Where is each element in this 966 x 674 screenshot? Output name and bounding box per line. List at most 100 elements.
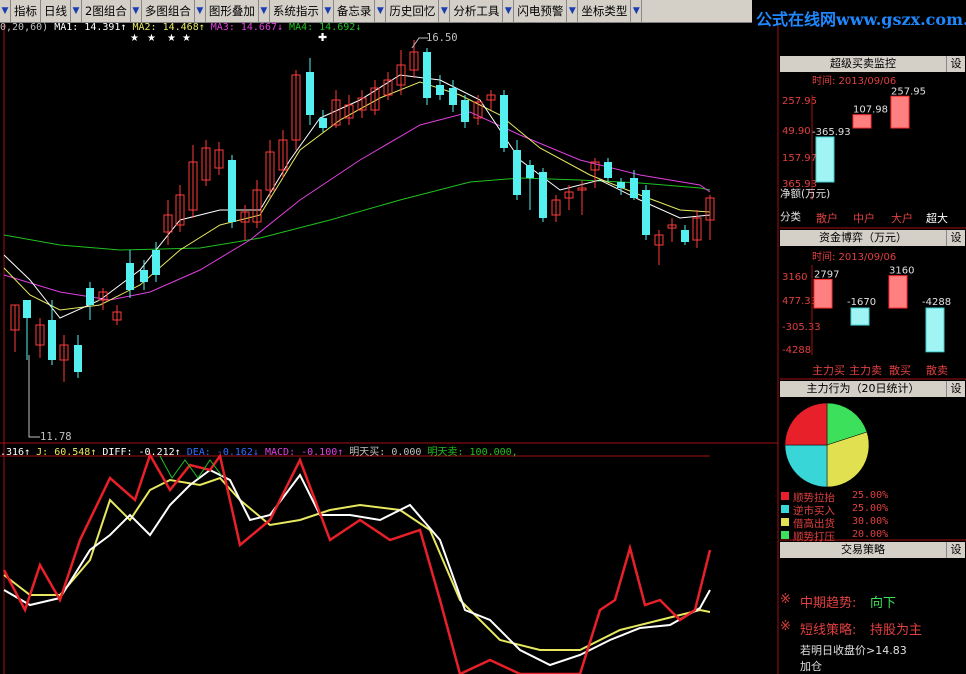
panel1-time: 时间: 2013/09/06: [812, 76, 897, 87]
panel1-category-label: 散户: [816, 211, 838, 225]
strategy-mid-value: 向下: [870, 596, 897, 611]
k-value: .316↑: [0, 447, 31, 458]
panel2-category-label: 主力卖: [849, 364, 882, 377]
panel2-category-label: 散买: [889, 363, 911, 377]
star-marker: ★: [167, 33, 176, 44]
toolbar-item-9[interactable]: 闪电预警: [514, 0, 568, 22]
panel-super-trade-settings-button[interactable]: 设: [946, 56, 965, 72]
panel-capital-game-settings-button[interactable]: 设: [946, 230, 965, 246]
panel-capital-game-title: 资金博弈（万元）: [780, 230, 946, 246]
toolbar-dropdown-arrow[interactable]: ▼: [195, 0, 206, 22]
toolbar-item-label: 闪电预警: [517, 4, 564, 18]
pie-legend-swatch: [781, 531, 789, 539]
panel2-y-tick: 3160: [782, 272, 807, 283]
panel1-bar: [890, 95, 910, 129]
toolbar-item-label: 指标: [14, 4, 37, 18]
candle-down: [48, 320, 56, 360]
panel2-bar: [888, 275, 908, 309]
toolbar-item-label: 历史回忆: [389, 4, 436, 18]
candle-down: [630, 178, 638, 198]
panel1-y-tick: 49.90: [782, 126, 811, 137]
j-value: J: 60.548↑: [36, 447, 97, 458]
candle-down: [228, 160, 236, 222]
toolbar-item-5[interactable]: 系统指示: [270, 0, 323, 22]
panel2-time: 时间: 2013/09/06: [812, 252, 897, 263]
panel-super-trade-title: 超级买卖监控: [780, 56, 946, 72]
toolbar-item-0[interactable]: 指标: [11, 0, 41, 22]
candle-down: [152, 250, 160, 275]
toolbar-dropdown-arrow[interactable]: ▼: [503, 0, 515, 22]
candle-down: [461, 100, 469, 122]
toolbar-item-2[interactable]: 2图组合: [82, 0, 131, 22]
toolbar-item-6[interactable]: 备忘录: [334, 0, 376, 22]
panel1-category-label: 大户: [891, 211, 913, 225]
candle-down: [140, 270, 148, 282]
ma3-value: MA3: 14.667↓: [210, 22, 284, 33]
toolbar-dropdown-arrow[interactable]: ▼: [323, 0, 334, 22]
strategy-mark-1: ※: [780, 592, 791, 607]
pie-legend-swatch: [781, 492, 789, 500]
ma1-value: MA1: 14.391↑: [54, 22, 127, 33]
toolbar-item-label: 多图组合: [144, 4, 191, 18]
panel2-bar: [850, 307, 870, 326]
star-marker: ★: [182, 33, 191, 44]
panel-main-behavior-title: 主力行为（20日统计）: [780, 381, 946, 397]
pie-legend-swatch: [781, 518, 789, 526]
panel2-bar-label: 2797: [814, 269, 839, 280]
toolbar-dropdown-arrow[interactable]: ▼: [71, 0, 82, 22]
toolbar-dropdown-arrow[interactable]: ▼: [631, 0, 643, 22]
strategy-mark-2: ※: [780, 619, 791, 634]
panel1-net-label: 净额(万元): [780, 188, 831, 200]
candle-down: [642, 190, 650, 235]
strategy-note-1: 若明日收盘价>14.83: [800, 644, 907, 657]
strategy-short-label: 短线策略:: [800, 623, 857, 638]
toolbar-item-label: 图形叠加: [208, 4, 255, 18]
toolbar-item-4[interactable]: 图形叠加: [206, 0, 259, 22]
toolbar-dropdown-arrow[interactable]: ▼: [0, 0, 11, 22]
chart-canvas: ★ ★ ★ ★ ✚ 257.9549.90157.97365.93-365.93107.…: [0, 22, 966, 674]
strategy-short-value: 持股为主: [870, 623, 923, 638]
candle-down: [604, 162, 612, 178]
candle-down: [423, 52, 431, 98]
panel-main-behavior-settings-button[interactable]: 设: [946, 381, 965, 397]
ma-legend: 0,20,60) MA1: 14.391↑ MA2: 14.468↑ MA3: …: [0, 22, 361, 33]
toolbar-dropdown-arrow[interactable]: ▼: [439, 0, 451, 22]
pie-legend-swatch: [781, 505, 789, 513]
toolbar-item-10[interactable]: 坐标类型: [578, 0, 632, 22]
panel1-bar-label: 107.98: [853, 105, 888, 116]
candle-down: [23, 300, 31, 318]
toolbar-dropdown-arrow[interactable]: ▼: [131, 0, 142, 22]
toolbar-dropdown-arrow[interactable]: ▼: [567, 0, 579, 22]
panel2-y-tick: -305.33: [782, 322, 821, 333]
candle-down: [126, 263, 134, 290]
ma4-line: [3, 177, 711, 251]
panel1-bar-label: 257.95: [891, 86, 926, 97]
ma-prefix: 0,20,60): [0, 22, 49, 33]
toolbar-item-3[interactable]: 多图组合: [142, 0, 195, 22]
toolbar-dropdown-arrow[interactable]: ▼: [375, 0, 387, 22]
panel1-bar-label: -365.93: [812, 127, 851, 138]
panel2-y-tick: -4288: [782, 345, 811, 356]
ma4-value: MA4: 14.692↓: [289, 22, 362, 33]
panel2-bar: [813, 278, 833, 309]
candle-down: [74, 345, 82, 372]
strategy-note-2: 加仓: [800, 660, 822, 673]
toolbar-item-8[interactable]: 分析工具: [450, 0, 504, 22]
panel2-category-label: 主力买: [812, 364, 845, 377]
pie-slice: [784, 402, 828, 446]
toolbar-item-7[interactable]: 历史回忆: [386, 0, 440, 22]
panel-strategy-settings-button[interactable]: 设: [946, 542, 965, 558]
toolbar-item-1[interactable]: 日线: [41, 0, 71, 22]
macd-value: MACD: -0.100↑: [264, 447, 344, 458]
candle-down: [86, 288, 94, 305]
toolbar-dropdown-arrow[interactable]: ▼: [259, 0, 270, 22]
sell-value: 明天卖: 100.000,: [427, 447, 518, 458]
panel1-category-label: 超大: [926, 211, 948, 225]
candle-down: [500, 95, 508, 148]
panel1-category-label: 中户: [853, 211, 875, 225]
panel2-category-label: 散卖: [926, 363, 948, 377]
ma1-line: [3, 74, 711, 319]
buy-value: 明天买: 0.000: [349, 447, 422, 458]
indicator-d-line: [3, 476, 711, 651]
ma2-value: MA2: 14.468↑: [132, 22, 205, 33]
